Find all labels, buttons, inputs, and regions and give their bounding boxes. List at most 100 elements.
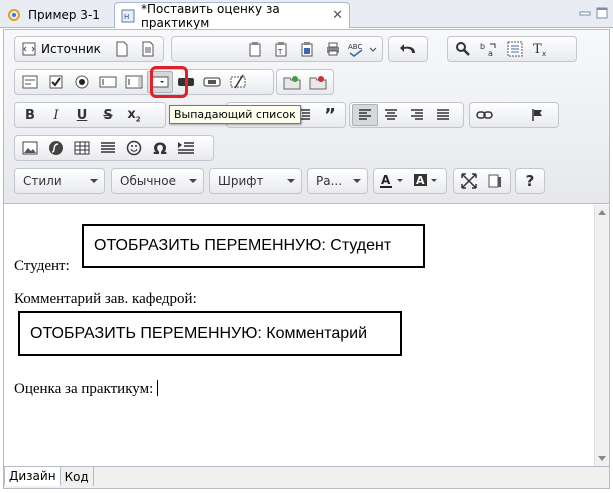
comment-variable[interactable]: ОТОБРАЗИТЬ ПЕРЕМЕННУЮ: Комментарий [18,311,402,356]
print-icon [327,42,339,56]
maximize-icon[interactable] [595,6,609,20]
close-icon[interactable]: ✕ [332,8,343,23]
replace-icon: ba [480,42,496,57]
remove-doc-button[interactable] [305,71,331,93]
bg-color-button[interactable]: A [410,170,444,192]
image-button-button[interactable] [199,71,225,93]
scroll-up-icon[interactable] [598,210,606,215]
select-all-icon [507,41,523,57]
unlink-button[interactable] [498,104,524,126]
scroll-down-icon[interactable] [598,456,606,461]
tab-form[interactable]: H *Поставить оценку за практикум ✕ [114,1,350,30]
special-char-button[interactable]: Ω [147,137,173,159]
link-group [469,102,559,128]
page-break-button[interactable] [173,137,199,159]
strike-button[interactable]: S [95,104,121,126]
underline-button[interactable]: U [69,104,95,126]
size-combo[interactable]: Ра... [307,168,368,194]
tab-primer[interactable]: Пример 3-1 [0,2,112,28]
help-button[interactable]: ? [518,170,542,192]
radio-button[interactable] [69,71,95,93]
colors-group: A A [373,168,447,194]
replace-button[interactable]: ba [476,38,502,60]
template-icon [142,41,154,57]
hidden-field-icon [230,74,246,89]
new-page-button[interactable] [109,38,135,60]
vertical-scrollbar[interactable] [594,205,609,466]
align-left-icon [359,109,371,120]
add-doc-button[interactable] [279,71,305,93]
source-button[interactable]: Источник [17,38,109,60]
align-left-button[interactable] [352,104,378,126]
text-color-button[interactable]: A [376,170,410,192]
underline-icon: U [76,107,88,123]
student-label: Студент: [14,258,70,274]
templates-button[interactable] [135,38,161,60]
align-center-button[interactable] [378,104,404,126]
flash-icon [49,141,63,155]
new-page-icon [116,41,128,57]
checkbox-button[interactable] [43,71,69,93]
align-right-button[interactable] [404,104,430,126]
quote-icon: ” [324,104,336,126]
textfield-button[interactable] [95,71,121,93]
image-button[interactable] [17,137,43,159]
align-center-icon [385,109,397,120]
font-combo[interactable]: Шрифт [209,168,302,194]
select-all-button[interactable] [502,38,528,60]
print-button[interactable] [320,38,346,60]
undo-icon [400,44,415,53]
subscript-icon: x2 [127,106,141,124]
chevron-down-icon [353,179,361,183]
align-right-icon [411,109,423,120]
anchor-button[interactable] [524,104,550,126]
student-variable[interactable]: ОТОБРАЗИТЬ ПЕРЕМЕННУЮ: Студент [82,224,425,268]
flag-icon [532,109,542,121]
tab-label: *Поставить оценку за практикум [141,1,280,30]
page-break-icon [178,142,194,154]
italic-icon: I [53,107,59,123]
textarea-button[interactable] [121,71,147,93]
smiley-button[interactable] [121,137,147,159]
undo-button[interactable] [391,38,425,60]
blockquote-button[interactable]: ” [317,104,343,126]
editor-content[interactable]: Студент: ОТОБРАЗИТЬ ПЕРЕМЕННУЮ: Студент … [4,205,594,466]
view-group [453,168,511,194]
align-justify-icon [437,109,449,120]
flash-button[interactable] [43,137,69,159]
italic-button[interactable]: I [43,104,69,126]
paste-word-button[interactable] [294,38,320,60]
remove-format-button[interactable]: Tx [528,38,554,60]
spellcheck-button[interactable]: ABC [346,38,380,60]
paste-text-icon: T [275,42,287,57]
cut-button[interactable] [242,38,268,60]
project-icon [6,7,22,23]
paste-text-button[interactable]: T [268,38,294,60]
find-button[interactable] [450,38,476,60]
bold-button[interactable]: B [17,104,43,126]
radio-icon [75,75,89,89]
format-combo[interactable]: Обычное [111,168,204,194]
justify-button[interactable] [430,104,456,126]
subscript-button[interactable]: x2 [121,104,147,126]
align-group [349,102,464,128]
remove-format-icon: Tx [533,42,546,57]
table-button[interactable] [69,137,95,159]
show-blocks-icon [488,174,501,188]
tab-design[interactable]: Дизайн [4,467,61,486]
basic-styles-group: B I U S x2 [14,102,166,128]
show-blocks-button[interactable] [482,170,508,192]
hidden-field-button[interactable] [225,71,251,93]
maximize-button[interactable] [456,170,482,192]
hr-button[interactable] [95,137,121,159]
svg-text:x: x [542,50,546,57]
form-button[interactable] [17,71,43,93]
strikethrough-icon: S [103,107,113,123]
chevron-down-icon [189,179,197,183]
text-caret [157,380,159,396]
tab-code[interactable]: Код [61,467,94,486]
minimize-icon[interactable] [578,6,592,20]
styles-combo[interactable]: Стили [14,168,105,194]
link-button[interactable] [472,104,498,126]
editor-toolbar: Источник T ABC ba Tx B I U S x2 ” Ω Стил… [4,30,609,204]
